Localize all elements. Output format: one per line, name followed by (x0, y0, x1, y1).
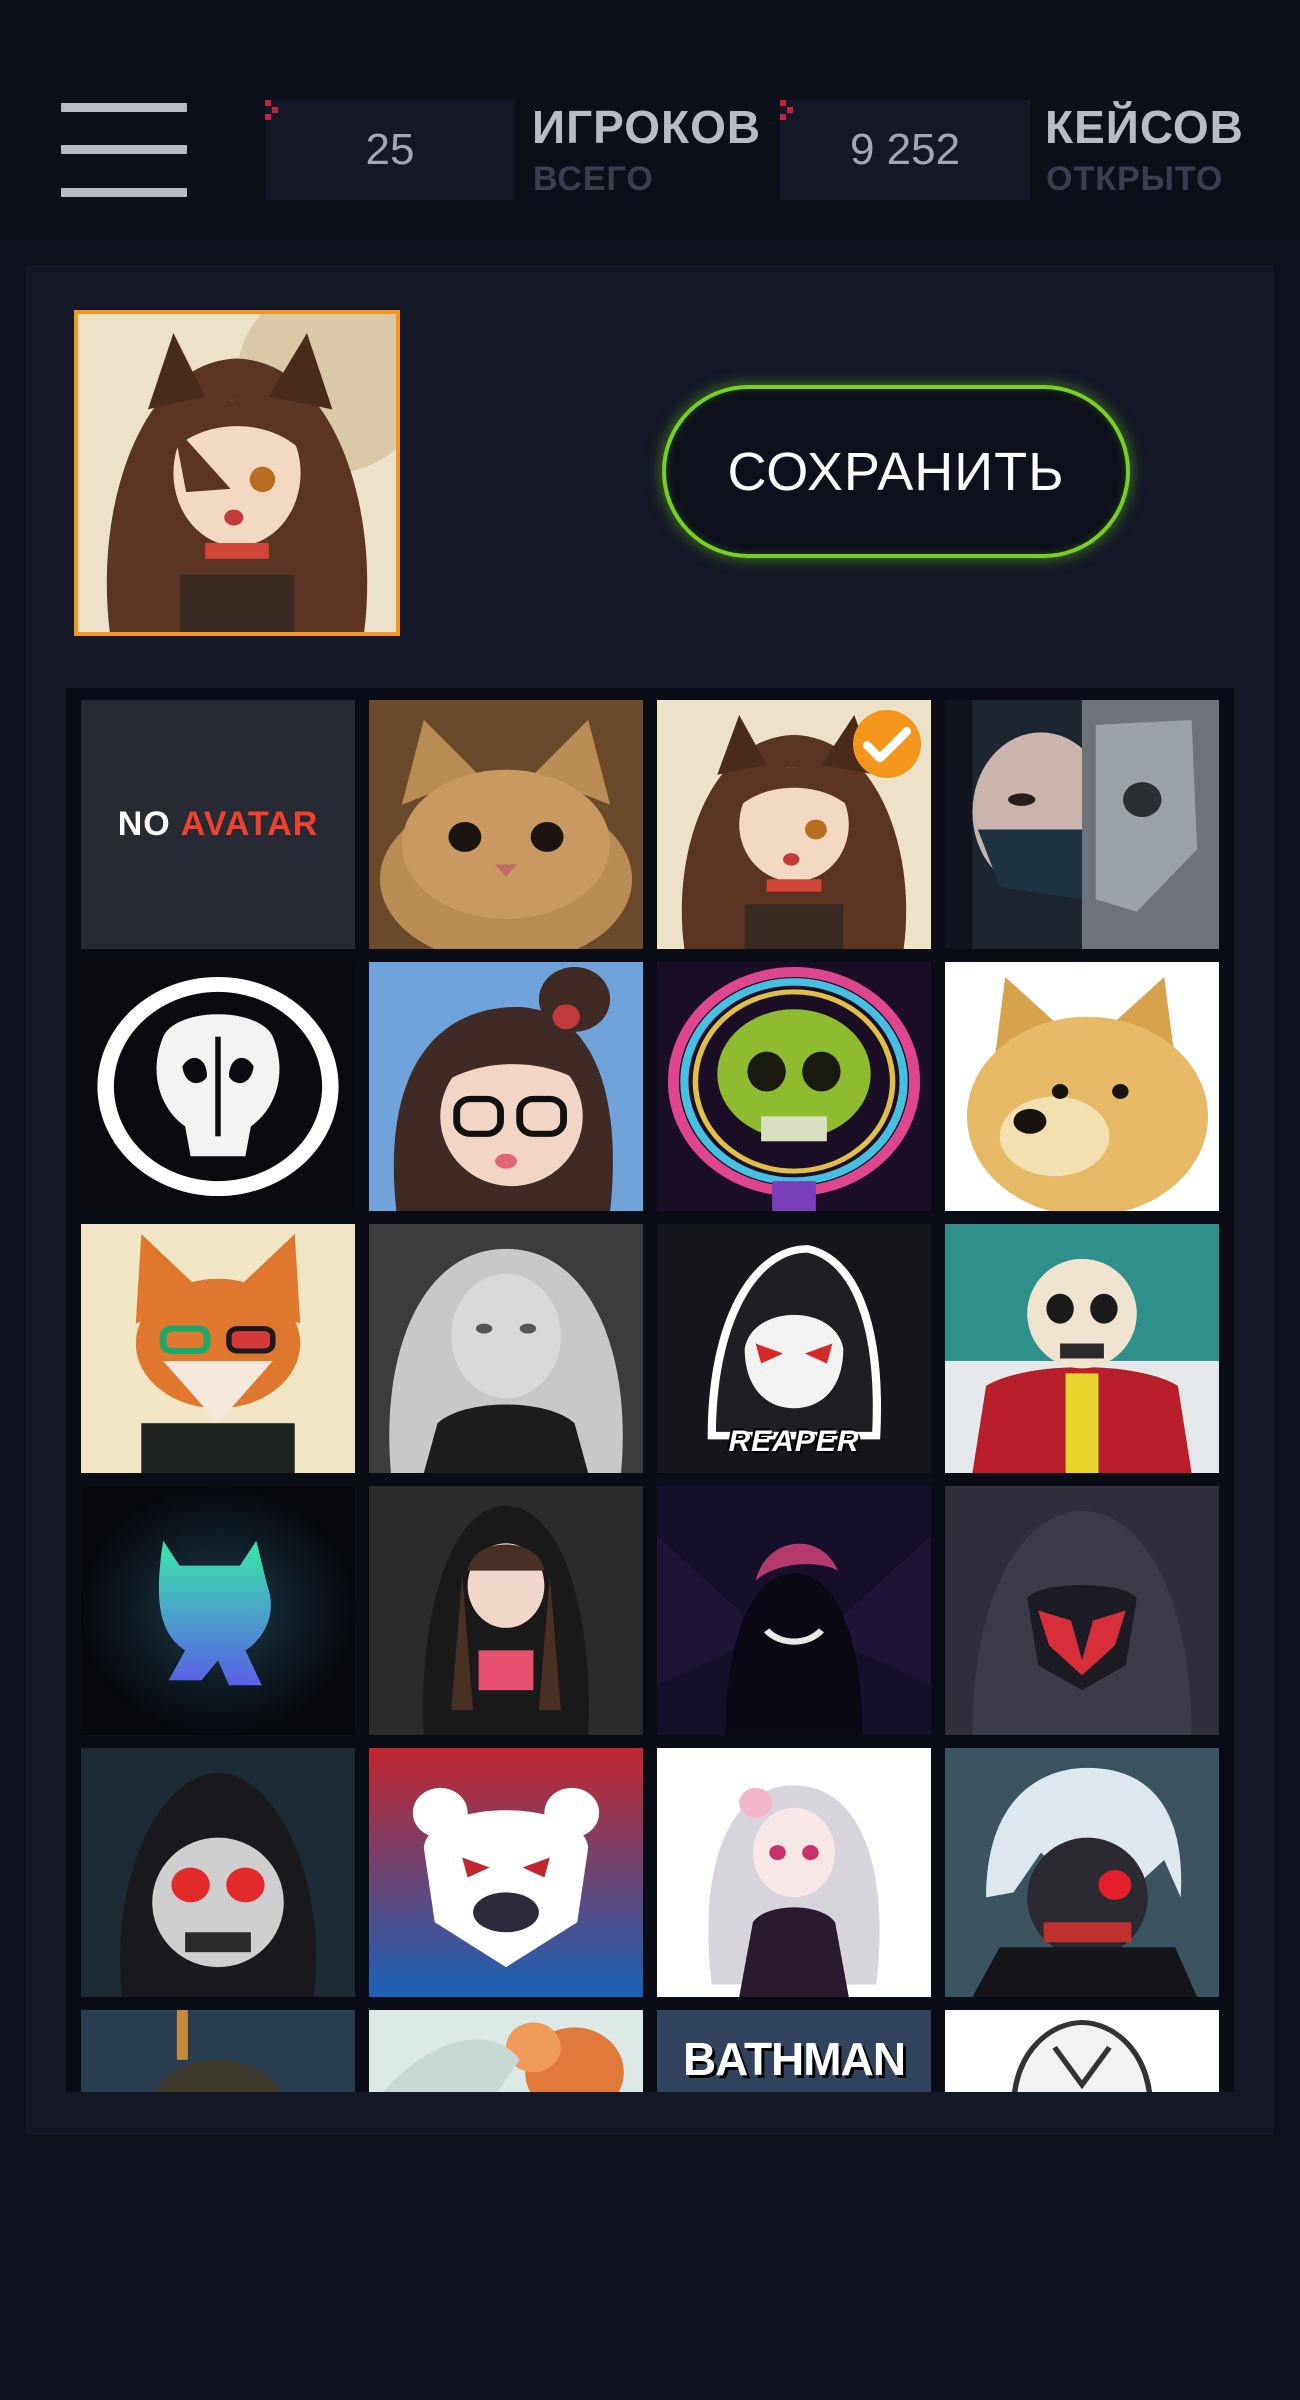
shadow-figure-icon (657, 1486, 931, 1735)
top-bar: 25 ИГРОКОВ ВСЕГО 9 252 КЕЙСОВ ОТКРЫТО (0, 0, 1300, 240)
bear-icon (369, 1748, 643, 1997)
corner-marker-icon (265, 100, 285, 120)
red-mask-icon (945, 1486, 1219, 1735)
avatar-option-glasses-girl[interactable] (369, 962, 643, 1211)
doge-icon (945, 962, 1219, 1211)
red-eye-skull-icon (81, 1748, 355, 1997)
avatar-grid: NO AVATAR REAPER BATHMAN (66, 688, 1234, 2092)
avatar-option-white-hair-girl[interactable] (657, 1748, 931, 1997)
fox-icon (81, 1224, 355, 1473)
monstercat-icon (81, 1486, 355, 1735)
avatar-option-anime-cat-girl[interactable] (657, 700, 931, 949)
players-count: 25 (365, 125, 415, 174)
avatar-option-reaper[interactable]: REAPER (657, 1224, 931, 1473)
avatar-option-masked-woman[interactable] (945, 700, 1219, 949)
avatar-option-monstercat[interactable] (81, 1486, 355, 1735)
avatar-option-fox[interactable] (81, 1224, 355, 1473)
avatar-option-no-avatar[interactable]: NO AVATAR (81, 700, 355, 949)
bathman-logo-label: BATHMAN (682, 2033, 906, 2085)
reaper-logo-label: REAPER (728, 1425, 860, 1458)
white-hair-girl-icon (657, 1748, 931, 1997)
cases-count: 9 252 (849, 125, 961, 174)
avatar-option-cat[interactable] (369, 700, 643, 949)
avatar-option-shadow-figure[interactable] (657, 1486, 931, 1735)
cat-icon (369, 700, 643, 949)
avatar-option-blonde-girl[interactable] (369, 1224, 643, 1473)
avatar-option-hoodie-girl[interactable] (369, 1486, 643, 1735)
skull-suit-icon (945, 1224, 1219, 1473)
avatar-option-kaneki[interactable] (945, 1748, 1219, 1997)
avatar-option-bathman[interactable]: BATHMAN (657, 2010, 931, 2092)
cases-subtitle: ОТКРЫТО (1046, 160, 1224, 198)
green-skull-icon (657, 962, 931, 1211)
kaneki-icon (945, 1748, 1219, 1997)
save-button[interactable]: СОХРАНИТЬ (662, 385, 1130, 558)
current-avatar (74, 310, 400, 636)
players-subtitle: ВСЕГО (533, 160, 654, 198)
helmet-soldier-icon (81, 2010, 355, 2092)
hamburger-menu-icon[interactable] (61, 103, 187, 197)
blonde-girl-icon (369, 1224, 643, 1473)
avatar-option-bear[interactable] (369, 1748, 643, 1997)
cases-count-box: 9 252 (780, 100, 1030, 200)
avatar-option-helmet-soldier[interactable] (81, 2010, 355, 2092)
white-skull-icon (945, 2010, 1219, 2092)
avatar-option-doge[interactable] (945, 962, 1219, 1211)
masked-woman-icon (945, 700, 1219, 949)
players-title: ИГРОКОВ (532, 101, 762, 153)
avatar-option-red-eye-skull[interactable] (81, 1748, 355, 1997)
cases-title: КЕЙСОВ (1045, 101, 1244, 153)
players-count-box: 25 (265, 100, 515, 200)
hoodie-girl-icon (369, 1486, 643, 1735)
glasses-girl-icon (369, 962, 643, 1211)
avatar-option-flower-girl[interactable] (369, 2010, 643, 2092)
avatar-option-skull-suit[interactable] (945, 1224, 1219, 1473)
no-avatar-word-no: NO (117, 805, 171, 843)
avatar-option-white-skull[interactable] (945, 2010, 1219, 2092)
avatar-option-ghost-skull[interactable] (81, 962, 355, 1211)
ghost-skull-icon (81, 962, 355, 1211)
avatar-option-red-mask[interactable] (945, 1486, 1219, 1735)
flower-girl-icon (369, 2010, 643, 2092)
no-avatar-word-avatar: AVATAR (180, 805, 319, 843)
avatar-option-green-skull[interactable] (657, 962, 931, 1211)
selected-check-icon (853, 710, 921, 778)
corner-marker-icon (780, 100, 800, 120)
